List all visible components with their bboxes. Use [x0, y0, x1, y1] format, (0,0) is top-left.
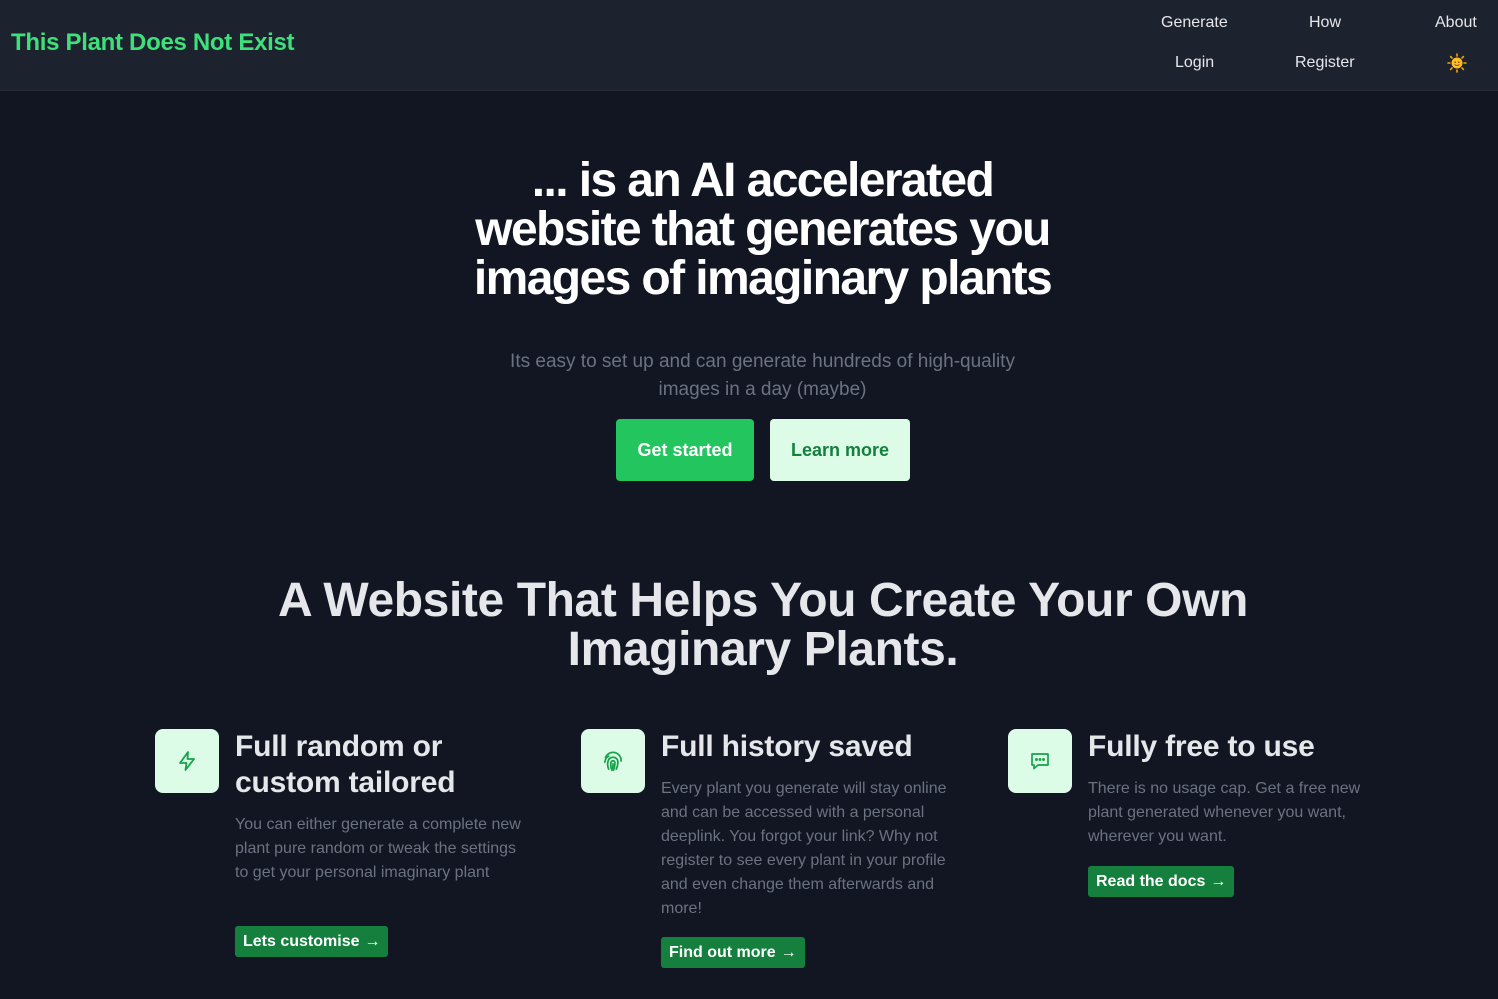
chat-icon — [1031, 753, 1049, 770]
read-the-docs-link[interactable]: Read the docs → — [1088, 866, 1235, 897]
arrow-right-icon: → — [780, 943, 797, 961]
arrow-right-icon: → — [1210, 872, 1227, 890]
theme-toggle-button[interactable] — [1447, 53, 1467, 73]
features-section-title: A Website That Helps You Create Your Own… — [278, 574, 1248, 676]
feature-icon-box — [155, 729, 219, 793]
link-label: Read the docs — [1096, 872, 1206, 890]
fingerprint-icon — [604, 751, 622, 772]
feature-description: Every plant you generate will stay onlin… — [661, 780, 947, 917]
feature-title: Full random or custom tailored — [235, 730, 456, 799]
link-label: Find out more — [669, 943, 776, 961]
feature-title: Full history saved — [661, 730, 913, 763]
feature-icon-box — [1008, 729, 1072, 793]
nav-how[interactable]: How — [1309, 14, 1341, 32]
nav-generate[interactable]: Generate — [1161, 14, 1228, 32]
hero-title: ... is an AI accelerated website that ge… — [473, 154, 1053, 305]
find-out-more-link[interactable]: Find out more → — [661, 937, 805, 968]
feature-title: Fully free to use — [1088, 730, 1315, 763]
hero-subtitle: Its easy to set up and can generate hund… — [510, 351, 1015, 400]
learn-more-button[interactable]: Learn more — [770, 419, 910, 481]
nav-register[interactable]: Register — [1295, 54, 1355, 72]
sun-icon — [1447, 53, 1467, 73]
feature-description: You can either generate a complete new p… — [235, 816, 521, 881]
feature-description: There is no usage cap. Get a free new pl… — [1088, 780, 1361, 845]
lets-customise-link[interactable]: Lets customise → — [235, 926, 389, 957]
lightning-icon — [179, 751, 195, 771]
link-label: Lets customise — [243, 932, 360, 950]
feature-icon-box — [581, 729, 645, 793]
nav-login[interactable]: Login — [1175, 54, 1214, 72]
get-started-button[interactable]: Get started — [616, 419, 754, 481]
top-navbar: This Plant Does Not Exist Generate How A… — [0, 0, 1498, 91]
arrow-right-icon: → — [364, 932, 381, 950]
nav-about[interactable]: About — [1435, 14, 1477, 32]
brand-logo-link[interactable]: This Plant Does Not Exist — [11, 29, 295, 57]
